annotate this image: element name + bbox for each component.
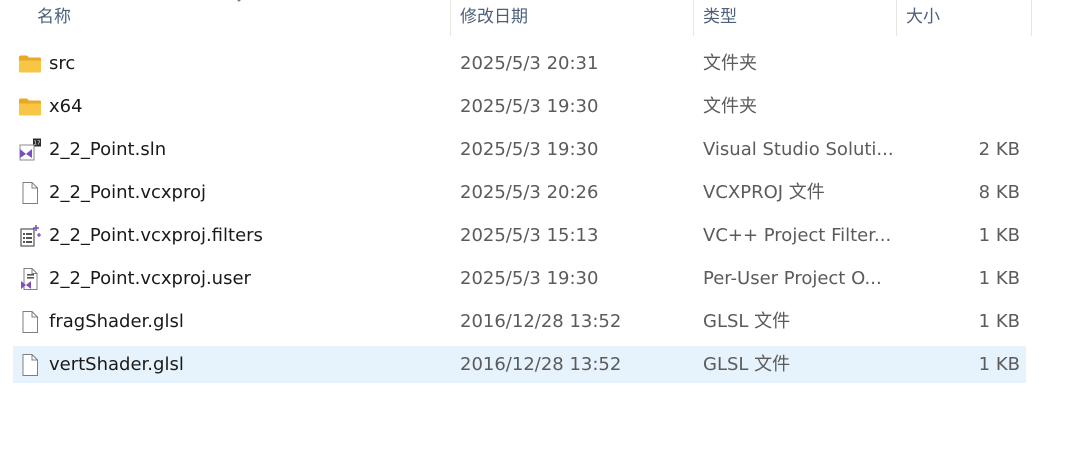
file-type: Visual Studio Soluti...	[703, 139, 894, 160]
file-date-modified: 2025/5/3 20:31	[460, 53, 599, 74]
file-size: 1 KB	[978, 354, 1020, 375]
project-filters-icon	[18, 224, 42, 248]
file-row[interactable]: 2_2_Point.vcxproj.user 2025/5/3 19:30 Pe…	[13, 260, 1026, 297]
file-name: vertShader.glsl	[49, 354, 184, 375]
file-date-modified: 2025/5/3 20:26	[460, 182, 599, 203]
file-row[interactable]: src 2025/5/3 20:31 文件夹	[13, 45, 1026, 82]
file-size: 2 KB	[978, 139, 1020, 160]
visual-studio-solution-icon: 17	[18, 138, 42, 162]
file-icon	[18, 181, 42, 205]
file-name: fragShader.glsl	[49, 311, 184, 332]
folder-icon	[18, 52, 42, 76]
file-date-modified: 2025/5/3 19:30	[460, 96, 599, 117]
file-size: 1 KB	[978, 311, 1020, 332]
file-type: GLSL 文件	[703, 354, 791, 375]
file-name: 2_2_Point.vcxproj.user	[49, 268, 251, 289]
file-row-selected[interactable]: vertShader.glsl 2016/12/28 13:52 GLSL 文件…	[13, 346, 1026, 383]
file-row[interactable]: 2_2_Point.vcxproj.filters 2025/5/3 15:13…	[13, 217, 1026, 254]
file-row[interactable]: x64 2025/5/3 19:30 文件夹	[13, 88, 1026, 125]
file-icon	[18, 353, 42, 377]
file-size: 8 KB	[978, 182, 1020, 203]
file-type: VCXPROJ 文件	[703, 182, 825, 203]
file-name: 2_2_Point.vcxproj.filters	[49, 225, 263, 246]
file-name: src	[49, 53, 76, 74]
file-name: 2_2_Point.vcxproj	[49, 182, 206, 203]
file-row[interactable]: fragShader.glsl 2016/12/28 13:52 GLSL 文件…	[13, 303, 1026, 340]
file-type: Per-User Project O...	[703, 268, 882, 289]
file-row[interactable]: 2_2_Point.vcxproj 2025/5/3 20:26 VCXPROJ…	[13, 174, 1026, 211]
svg-text:17: 17	[34, 141, 41, 147]
column-header-size[interactable]: 大小	[896, 0, 1031, 36]
file-type: 文件夹	[703, 53, 757, 74]
file-type: 文件夹	[703, 96, 757, 117]
file-date-modified: 2016/12/28 13:52	[460, 354, 622, 375]
file-size: 1 KB	[978, 268, 1020, 289]
file-date-modified: 2025/5/3 15:13	[460, 225, 599, 246]
file-explorer-list-view: 名称 修改日期 类型 大小 src 2025/5/3 20:31 文件夹 x64…	[0, 0, 1091, 453]
file-name: x64	[49, 96, 83, 117]
file-date-modified: 2025/5/3 19:30	[460, 139, 599, 160]
file-icon	[18, 310, 42, 334]
file-row[interactable]: 17 2_2_Point.sln 2025/5/3 19:30 Visual S…	[13, 131, 1026, 168]
column-header-name[interactable]: 名称	[28, 0, 450, 36]
file-date-modified: 2025/5/3 19:30	[460, 268, 599, 289]
folder-icon	[18, 95, 42, 119]
column-header-bar: 名称 修改日期 类型 大小	[0, 0, 1033, 36]
file-type: VC++ Project Filter...	[703, 225, 892, 246]
column-header-divider	[1031, 0, 1032, 36]
file-size: 1 KB	[978, 225, 1020, 246]
vs-user-file-icon	[18, 267, 42, 291]
column-header-type[interactable]: 类型	[693, 0, 896, 36]
file-name: 2_2_Point.sln	[49, 139, 167, 160]
file-type: GLSL 文件	[703, 311, 791, 332]
column-header-date-modified[interactable]: 修改日期	[450, 0, 693, 36]
file-date-modified: 2016/12/28 13:52	[460, 311, 622, 332]
